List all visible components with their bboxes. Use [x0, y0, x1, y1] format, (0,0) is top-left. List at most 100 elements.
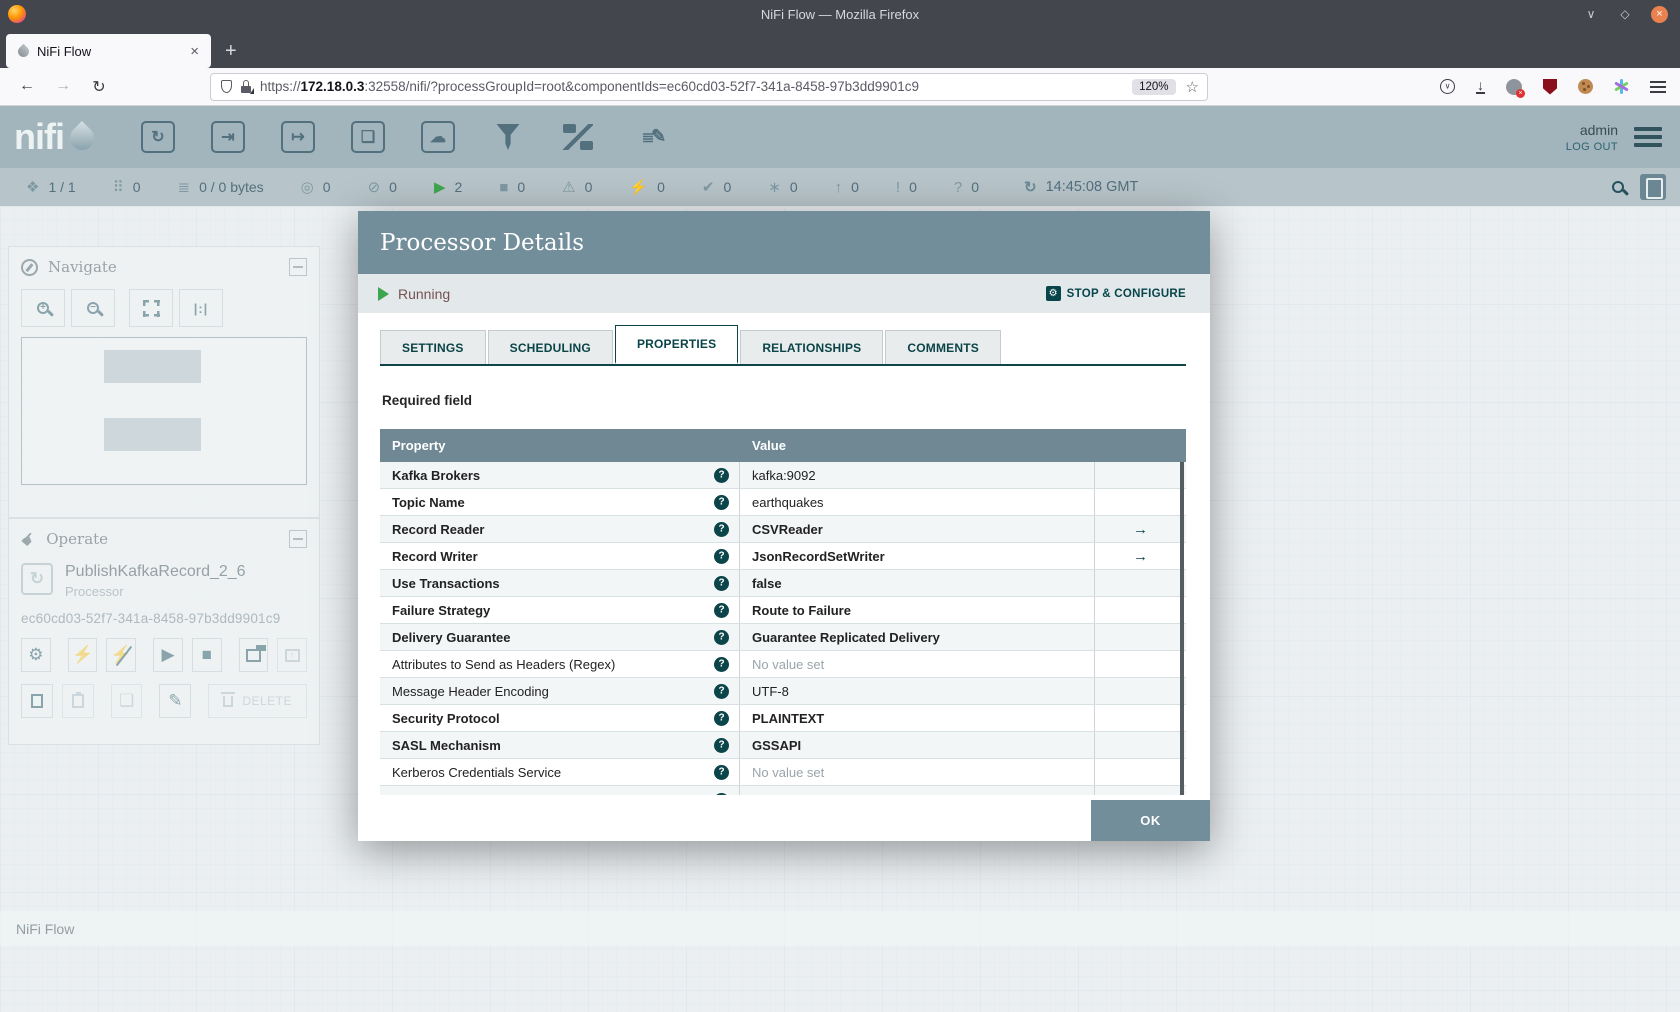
- property-name: Record Writer: [392, 548, 478, 564]
- status-count: 0: [132, 179, 141, 195]
- table-scrollbar[interactable]: [1180, 462, 1184, 795]
- go-to-service-icon[interactable]: →: [1133, 548, 1148, 565]
- back-button[interactable]: ←: [12, 77, 42, 97]
- help-icon[interactable]: [714, 764, 729, 780]
- property-row: SASL Mechanism GSSAPI: [380, 732, 1186, 759]
- search-icon[interactable]: [1612, 181, 1624, 193]
- property-value: earthquakes: [752, 494, 824, 510]
- help-icon[interactable]: [714, 737, 729, 753]
- global-menu-icon[interactable]: [1634, 123, 1662, 152]
- zoom-level-badge[interactable]: 120%: [1132, 78, 1176, 95]
- url-text[interactable]: https://172.18.0.3:32558/nifi/?processGr…: [260, 79, 1132, 94]
- cookie-extension-icon[interactable]: [1578, 79, 1593, 94]
- funnel-tool-icon[interactable]: [488, 117, 528, 157]
- browser-menu-icon[interactable]: [1650, 78, 1666, 96]
- property-value: No value set: [752, 793, 824, 795]
- window-title: NiFi Flow — Mozilla Firefox: [760, 6, 920, 22]
- dialog-tab[interactable]: SCHEDULING: [487, 330, 613, 364]
- table-header: Property Value: [380, 429, 1186, 462]
- property-name: Attributes to Send as Headers (Regex): [392, 656, 616, 672]
- property-value: No value set: [752, 656, 825, 672]
- label-tool-icon[interactable]: ≣ ✎: [628, 117, 668, 157]
- unknown-version-icon: ?: [953, 178, 963, 196]
- property-value: JsonRecordSetWriter: [752, 548, 885, 564]
- browser-tab[interactable]: NiFi Flow ×: [6, 34, 211, 68]
- refresh-icon[interactable]: ↻: [1024, 178, 1037, 196]
- new-tab-button[interactable]: +: [225, 39, 237, 63]
- help-icon[interactable]: [714, 575, 729, 591]
- reload-button[interactable]: ↻: [84, 77, 114, 97]
- help-icon[interactable]: [714, 467, 729, 483]
- dialog-tabs: SETTINGS SCHEDULING PROPERTIES RELATIONS…: [380, 313, 1186, 366]
- status-count: 0: [909, 179, 917, 195]
- forward-button: →: [55, 76, 71, 94]
- remote-process-group-tool-icon[interactable]: ☁: [418, 117, 458, 157]
- dialog-tab[interactable]: COMMENTS: [885, 330, 1001, 364]
- property-name: Use Transactions: [392, 575, 500, 591]
- processor-tool-icon[interactable]: ↻: [138, 117, 178, 157]
- tab-favicon: [15, 43, 32, 59]
- help-icon[interactable]: [714, 548, 729, 564]
- template-tool-icon[interactable]: [558, 117, 598, 157]
- pocket-icon[interactable]: [1440, 79, 1455, 94]
- process-group-tool-icon[interactable]: ❏: [348, 117, 388, 157]
- window-close-icon[interactable]: ×: [1651, 5, 1668, 23]
- flow-status-bar: ❖ 1 / 1 ⠿ 0 ≣ 0 / 0 bytes ◎ 0 ⊘ 0 ▶ 2 ■ …: [0, 168, 1680, 206]
- dialog-tab[interactable]: PROPERTIES: [614, 325, 739, 364]
- property-name: Topic Name: [392, 494, 465, 510]
- property-name: Failure Strategy: [392, 602, 491, 618]
- help-icon[interactable]: [714, 629, 729, 645]
- property-row: Kafka Brokers kafka:9092: [380, 462, 1186, 489]
- last-refresh-time: 14:45:08 GMT: [1045, 179, 1139, 195]
- property-value: kafka:9092: [752, 467, 816, 483]
- property-row: Failure Strategy Route to Failure: [380, 597, 1186, 624]
- url-bar[interactable]: https://172.18.0.3:32558/nifi/?processGr…: [210, 72, 1208, 101]
- window-minimize-icon[interactable]: ∨: [1583, 7, 1599, 21]
- help-icon[interactable]: [714, 602, 729, 618]
- nifi-droplet-icon: [65, 121, 99, 155]
- status-count: 0: [971, 179, 980, 195]
- running-status-icon: [378, 286, 389, 301]
- bookmark-star-icon[interactable]: ☆: [1186, 78, 1199, 96]
- go-to-service-icon[interactable]: →: [1133, 521, 1148, 538]
- window-maximize-icon[interactable]: ◇: [1617, 7, 1633, 21]
- required-field-label: Required field: [382, 393, 473, 408]
- stopped-icon: ■: [499, 178, 509, 196]
- nifi-logo: nifi: [14, 119, 99, 155]
- property-name: SASL Mechanism: [392, 737, 501, 753]
- tab-close-icon[interactable]: ×: [186, 43, 203, 60]
- extension-mask-icon[interactable]: [1506, 78, 1525, 98]
- property-row: Topic Name earthquakes: [380, 489, 1186, 516]
- dialog-tab[interactable]: RELATIONSHIPS: [740, 330, 884, 364]
- current-user: admin: [1579, 121, 1618, 138]
- property-name: Kafka Brokers: [392, 467, 481, 483]
- value-column-header: Value: [752, 438, 786, 453]
- help-icon[interactable]: [714, 656, 729, 672]
- help-icon[interactable]: [714, 683, 729, 699]
- window-titlebar: NiFi Flow — Mozilla Firefox ∨ ◇ ×: [0, 0, 1680, 28]
- help-icon[interactable]: [714, 494, 729, 510]
- status-count: 0: [851, 179, 859, 195]
- browser-toolbar: ← → ↻ https://172.18.0.3:32558/nifi/?pro…: [0, 68, 1680, 106]
- input-port-tool-icon[interactable]: ⇥: [208, 117, 248, 157]
- property-row: Record Writer JsonRecordSetWriter →: [380, 543, 1186, 570]
- dialog-tab[interactable]: SETTINGS: [380, 330, 486, 364]
- extension-asterisk-icon[interactable]: [1620, 79, 1623, 94]
- output-port-tool-icon[interactable]: ↦: [278, 117, 318, 157]
- tracking-protection-shield-icon[interactable]: [221, 80, 232, 93]
- downloads-icon[interactable]: ↓: [1476, 78, 1485, 94]
- status-count: 1 / 1: [48, 179, 76, 195]
- connection-lock-icon[interactable]: [240, 80, 254, 94]
- ublock-extension-icon[interactable]: [1543, 78, 1557, 95]
- logout-link[interactable]: LOG OUT: [1566, 141, 1618, 153]
- property-name: Security Protocol: [392, 710, 500, 726]
- stop-and-configure-button[interactable]: ⚙ STOP & CONFIGURE: [1045, 286, 1186, 301]
- help-icon[interactable]: [714, 793, 729, 795]
- ok-button[interactable]: OK: [1091, 800, 1210, 841]
- stale-icon: ↑: [834, 178, 843, 196]
- help-icon[interactable]: [714, 710, 729, 726]
- help-icon[interactable]: [714, 521, 729, 537]
- bulletin-panel-toggle-icon[interactable]: [1640, 174, 1666, 200]
- sync-failure-icon: !: [895, 178, 901, 196]
- property-row: Use Transactions false: [380, 570, 1186, 597]
